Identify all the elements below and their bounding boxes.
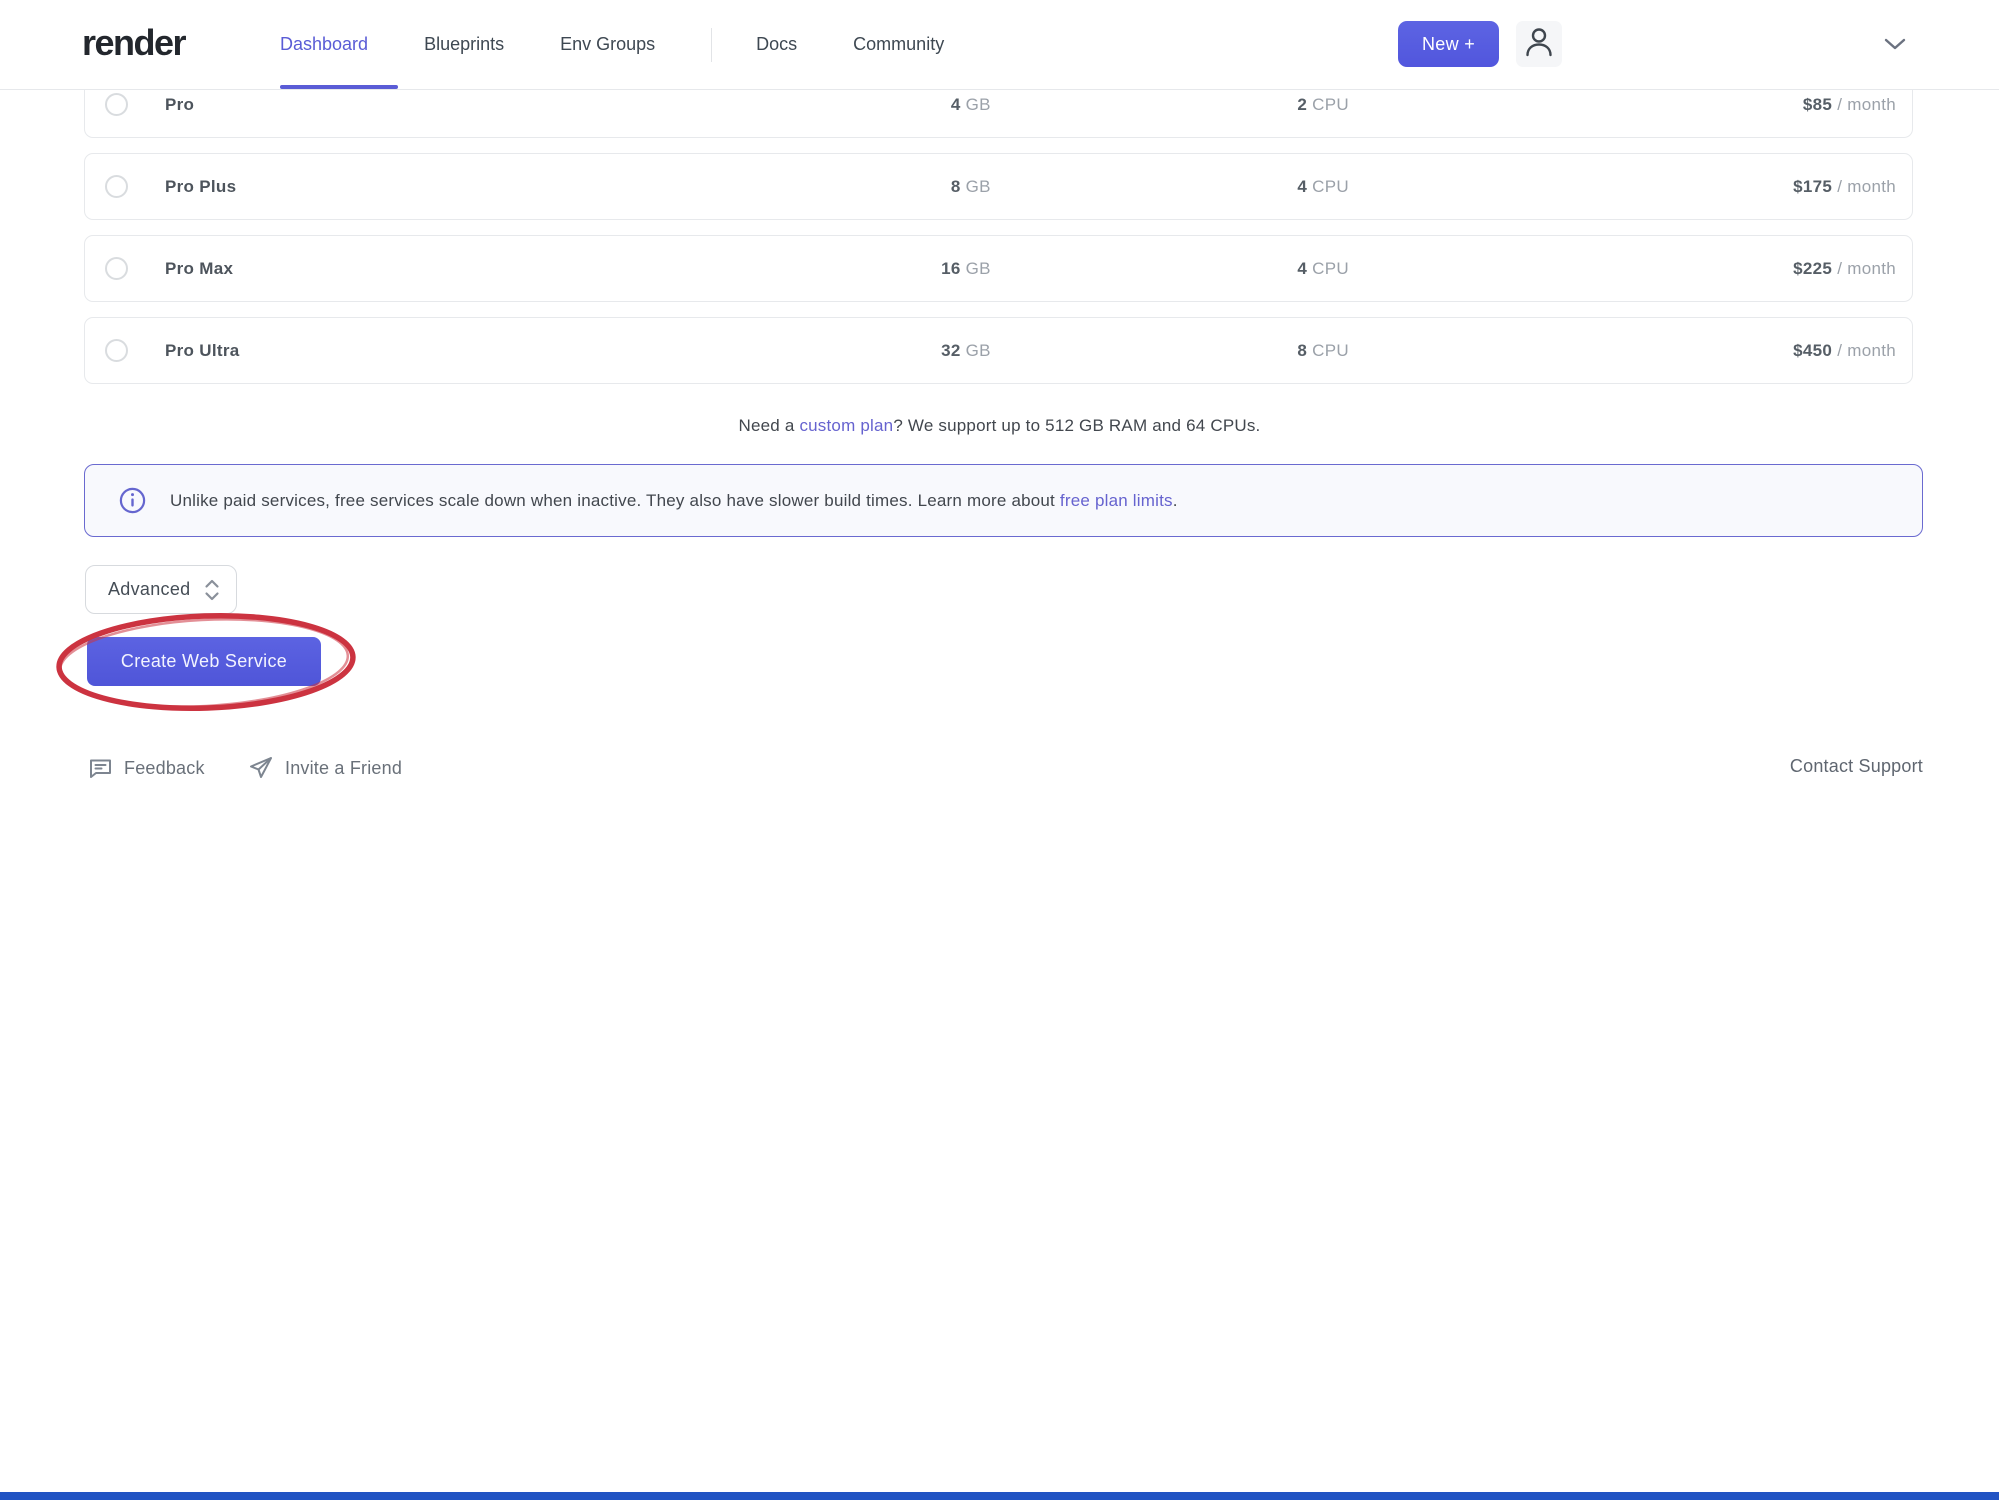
feedback-button[interactable]: Feedback bbox=[88, 756, 205, 780]
plan-name: Pro bbox=[149, 95, 686, 115]
plan-cpu: 4 CPU bbox=[991, 259, 1349, 279]
active-tab-underline bbox=[280, 85, 398, 89]
free-plan-limits-link[interactable]: free plan limits bbox=[1060, 491, 1173, 510]
plan-price: $225 / month bbox=[1349, 259, 1896, 279]
info-icon bbox=[119, 487, 146, 514]
advanced-label: Advanced bbox=[108, 579, 190, 600]
top-nav: render Dashboard Blueprints Env Groups D… bbox=[0, 0, 1999, 90]
plan-price: $85 / month bbox=[1349, 95, 1896, 115]
plan-row-pro-plus[interactable]: Pro Plus 8 GB 4 CPU $175 / month bbox=[84, 153, 1913, 220]
user-icon bbox=[1524, 26, 1554, 63]
note-suffix: ? We support up to 512 GB RAM and 64 CPU… bbox=[893, 416, 1260, 435]
plan-name: Pro Ultra bbox=[149, 341, 686, 361]
feedback-bubble-icon bbox=[88, 756, 113, 780]
invite-a-friend-button[interactable]: Invite a Friend bbox=[248, 756, 402, 780]
plan-cpu: 4 CPU bbox=[991, 177, 1349, 197]
new-button[interactable]: New + bbox=[1398, 21, 1499, 67]
free-plan-info-banner: Unlike paid services, free services scal… bbox=[84, 464, 1923, 537]
radio-pro-ultra[interactable] bbox=[105, 339, 128, 362]
note-prefix: Need a bbox=[739, 416, 800, 435]
radio-pro-plus[interactable] bbox=[105, 175, 128, 198]
plan-ram: 4 GB bbox=[686, 95, 990, 115]
nav-item-docs[interactable]: Docs bbox=[756, 34, 797, 55]
radio-pro-max[interactable] bbox=[105, 257, 128, 280]
contact-support-link[interactable]: Contact Support bbox=[1790, 756, 1923, 777]
page-footer: Feedback Invite a Friend Contact Support bbox=[0, 748, 1999, 792]
plan-row-pro-ultra[interactable]: Pro Ultra 32 GB 8 CPU $450 / month bbox=[84, 317, 1913, 384]
plan-cpu: 8 CPU bbox=[991, 341, 1349, 361]
banner-text: Unlike paid services, free services scal… bbox=[170, 491, 1178, 511]
nav-links: Dashboard Blueprints Env Groups Docs Com… bbox=[280, 0, 1000, 89]
render-logo[interactable]: render bbox=[82, 22, 185, 64]
chevron-down-icon[interactable] bbox=[1882, 36, 1908, 57]
plan-name: Pro Plus bbox=[149, 177, 686, 197]
nav-divider bbox=[711, 28, 712, 62]
nav-item-blueprints[interactable]: Blueprints bbox=[424, 34, 504, 55]
plan-list: Pro 4 GB 2 CPU $85 / month Pro Plus 8 GB… bbox=[84, 71, 1913, 399]
custom-plan-link[interactable]: custom plan bbox=[799, 416, 893, 435]
nav-item-env-groups[interactable]: Env Groups bbox=[560, 34, 655, 55]
radio-pro[interactable] bbox=[105, 93, 128, 116]
plan-ram: 16 GB bbox=[686, 259, 990, 279]
nav-item-community[interactable]: Community bbox=[853, 34, 944, 55]
account-avatar[interactable] bbox=[1516, 21, 1562, 67]
plan-ram: 32 GB bbox=[686, 341, 990, 361]
plan-cpu: 2 CPU bbox=[991, 95, 1349, 115]
bottom-edge-bar bbox=[0, 1492, 1999, 1500]
unfold-more-icon bbox=[204, 579, 220, 601]
plan-row-pro-max[interactable]: Pro Max 16 GB 4 CPU $225 / month bbox=[84, 235, 1913, 302]
custom-plan-note: Need a custom plan? We support up to 512… bbox=[0, 416, 1999, 436]
plan-ram: 8 GB bbox=[686, 177, 990, 197]
advanced-expander[interactable]: Advanced bbox=[85, 565, 237, 614]
plan-price: $175 / month bbox=[1349, 177, 1896, 197]
plan-price: $450 / month bbox=[1349, 341, 1896, 361]
create-web-service-button[interactable]: Create Web Service bbox=[87, 637, 321, 686]
plan-name: Pro Max bbox=[149, 259, 686, 279]
nav-item-dashboard[interactable]: Dashboard bbox=[280, 34, 368, 55]
paper-plane-icon bbox=[248, 756, 274, 780]
